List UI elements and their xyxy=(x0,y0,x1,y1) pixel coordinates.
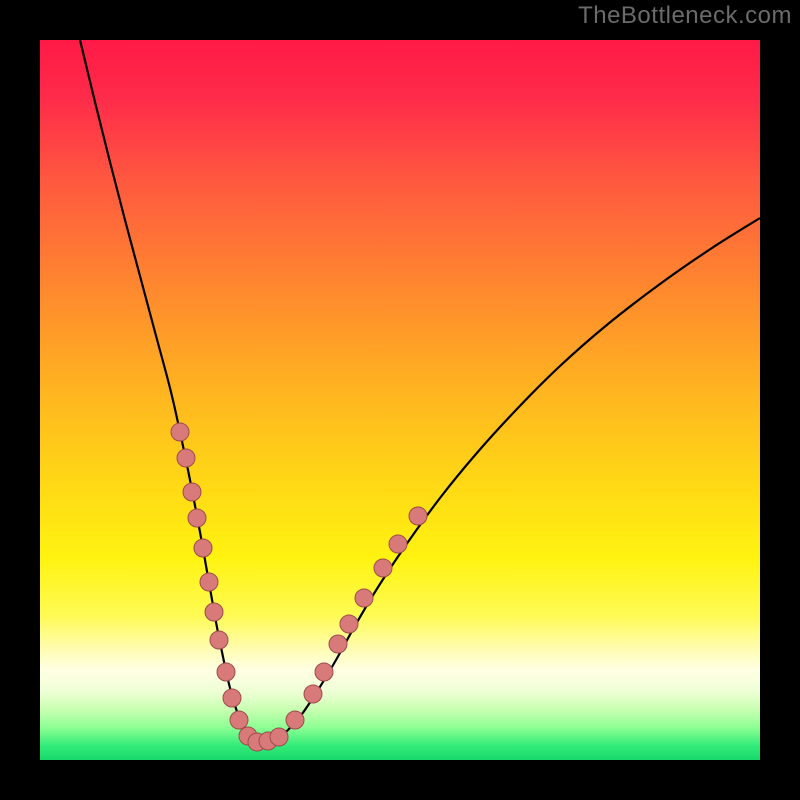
data-marker xyxy=(329,635,347,653)
data-marker xyxy=(177,449,195,467)
data-marker xyxy=(389,535,407,553)
data-marker xyxy=(200,573,218,591)
data-marker xyxy=(223,689,241,707)
data-marker xyxy=(340,615,358,633)
data-marker xyxy=(205,603,223,621)
watermark: TheBottleneck.com xyxy=(578,2,792,30)
data-marker xyxy=(217,663,235,681)
data-marker xyxy=(188,509,206,527)
data-marker xyxy=(183,483,201,501)
data-marker xyxy=(171,423,189,441)
data-marker xyxy=(210,631,228,649)
data-marker xyxy=(286,711,304,729)
chart-svg xyxy=(40,40,760,760)
data-marker xyxy=(355,589,373,607)
data-marker xyxy=(315,663,333,681)
chart-frame: TheBottleneck.com xyxy=(0,0,800,800)
data-marker xyxy=(194,539,212,557)
gradient-background xyxy=(40,40,760,760)
data-marker xyxy=(270,728,288,746)
data-marker xyxy=(374,559,392,577)
data-marker xyxy=(230,711,248,729)
data-marker xyxy=(409,507,427,525)
plot-area xyxy=(40,40,760,760)
data-marker xyxy=(304,685,322,703)
